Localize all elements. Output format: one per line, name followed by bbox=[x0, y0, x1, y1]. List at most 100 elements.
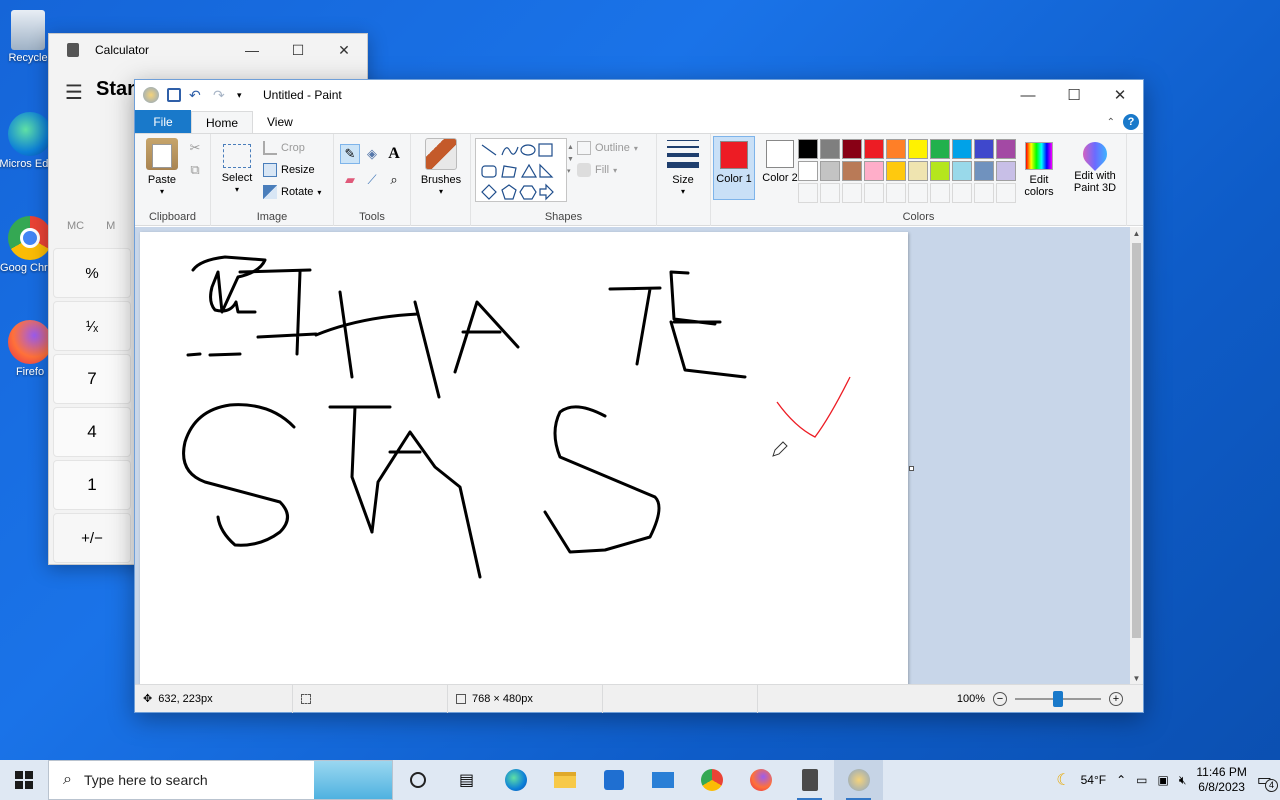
palette-custom-swatch[interactable] bbox=[930, 183, 950, 203]
taskbar-edge[interactable] bbox=[491, 760, 540, 800]
paint-minimize-button[interactable]: — bbox=[1005, 80, 1051, 110]
zoom-out-button[interactable]: − bbox=[993, 692, 1007, 706]
taskbar-paint[interactable] bbox=[834, 760, 883, 800]
palette-swatch[interactable] bbox=[930, 161, 950, 181]
canvas-resize-handle[interactable] bbox=[909, 466, 914, 471]
shapes-scroll-arrows[interactable]: ▲ ▼ ▾ bbox=[567, 142, 574, 178]
save-icon[interactable] bbox=[167, 88, 181, 102]
pencil-icon[interactable]: ✎ bbox=[340, 144, 360, 164]
select-button[interactable]: Select ▾ bbox=[219, 144, 255, 196]
scroll-thumb[interactable] bbox=[1132, 243, 1141, 638]
palette-custom-swatch[interactable] bbox=[996, 183, 1016, 203]
palette-swatch[interactable] bbox=[820, 161, 840, 181]
percent-key[interactable]: % bbox=[53, 248, 131, 298]
paint-titlebar[interactable]: ↶ ↷ ▾ Untitled - Paint bbox=[135, 80, 1143, 110]
scroll-up-arrow[interactable]: ▲ bbox=[1130, 229, 1143, 238]
palette-swatch[interactable] bbox=[864, 139, 884, 159]
palette-custom-swatch[interactable] bbox=[820, 183, 840, 203]
weather-icon[interactable]: ☾ bbox=[1056, 770, 1070, 790]
zoom-slider[interactable] bbox=[1015, 691, 1101, 707]
palette-swatch[interactable] bbox=[842, 161, 862, 181]
taskbar-search-box[interactable]: ⌕ Type here to search bbox=[48, 760, 393, 800]
palette-swatch[interactable] bbox=[798, 139, 818, 159]
taskbar-file-explorer[interactable] bbox=[540, 760, 589, 800]
zoom-slider-knob[interactable] bbox=[1053, 691, 1063, 707]
cut-icon[interactable]: ✂ bbox=[185, 138, 205, 158]
palette-swatch[interactable] bbox=[908, 139, 928, 159]
taskbar-store[interactable] bbox=[589, 760, 638, 800]
show-hidden-icons-icon[interactable]: ⌃ bbox=[1116, 773, 1126, 787]
negate-key[interactable]: +/− bbox=[53, 513, 131, 563]
magnifier-icon[interactable]: ⌕ bbox=[384, 170, 404, 190]
text-tool-icon[interactable]: A bbox=[384, 144, 404, 164]
start-button[interactable] bbox=[0, 760, 48, 800]
palette-custom-swatch[interactable] bbox=[974, 183, 994, 203]
color-picker-icon[interactable]: ⟋ bbox=[362, 170, 382, 190]
taskbar-chrome[interactable] bbox=[687, 760, 736, 800]
palette-swatch[interactable] bbox=[908, 161, 928, 181]
size-button[interactable]: Size ▾ bbox=[665, 140, 701, 198]
taskbar-firefox[interactable] bbox=[736, 760, 785, 800]
vertical-scrollbar[interactable]: ▲ ▼ bbox=[1130, 227, 1143, 685]
widgets-button[interactable]: ▤ bbox=[442, 760, 491, 800]
fill-button[interactable]: Fill ▾ bbox=[577, 160, 617, 180]
palette-swatch[interactable] bbox=[886, 139, 906, 159]
eraser-icon[interactable]: ▰ bbox=[340, 170, 360, 190]
edit-colors-button[interactable]: Edit colors bbox=[1019, 138, 1059, 198]
tab-view[interactable]: View bbox=[253, 110, 307, 133]
taskbar-calculator[interactable] bbox=[785, 760, 834, 800]
scroll-down-arrow[interactable]: ▼ bbox=[1130, 674, 1143, 683]
calculator-maximize-button[interactable]: ☐ bbox=[275, 34, 321, 66]
color1-button[interactable]: Color 1 bbox=[713, 136, 755, 200]
taskbar-mail[interactable] bbox=[638, 760, 687, 800]
customize-quick-access-icon[interactable]: ▾ bbox=[237, 87, 253, 103]
color2-button[interactable]: Color 2 bbox=[759, 136, 801, 200]
hamburger-menu-icon[interactable]: ☰ bbox=[65, 80, 83, 105]
memory-recall-button[interactable]: M bbox=[106, 220, 115, 232]
palette-swatch[interactable] bbox=[930, 139, 950, 159]
paste-button[interactable]: Paste ▾ bbox=[143, 138, 181, 198]
palette-swatch[interactable] bbox=[798, 161, 818, 181]
palette-swatch[interactable] bbox=[974, 139, 994, 159]
palette-swatch[interactable] bbox=[952, 139, 972, 159]
help-icon[interactable]: ? bbox=[1123, 114, 1139, 130]
palette-swatch[interactable] bbox=[952, 161, 972, 181]
paint-close-button[interactable]: ✕ bbox=[1097, 80, 1143, 110]
drawing-canvas[interactable] bbox=[140, 232, 908, 685]
paint-window[interactable]: ↶ ↷ ▾ Untitled - Paint — ☐ ✕ File Home V… bbox=[134, 79, 1144, 713]
palette-swatch[interactable] bbox=[974, 161, 994, 181]
palette-custom-swatch[interactable] bbox=[908, 183, 928, 203]
task-view-button[interactable] bbox=[393, 760, 442, 800]
crop-button[interactable]: Crop bbox=[263, 138, 305, 158]
memory-clear-button[interactable]: MC bbox=[67, 220, 84, 232]
edit-with-paint3d-button[interactable]: Edit with Paint 3D bbox=[1067, 137, 1123, 194]
palette-swatch[interactable] bbox=[996, 161, 1016, 181]
palette-swatch[interactable] bbox=[996, 139, 1016, 159]
resize-button[interactable]: Resize bbox=[263, 160, 315, 180]
palette-swatch[interactable] bbox=[864, 161, 884, 181]
weather-temp[interactable]: 54°F bbox=[1081, 773, 1106, 787]
tab-home[interactable]: Home bbox=[191, 111, 254, 133]
outline-button[interactable]: Outline ▾ bbox=[577, 138, 638, 158]
collapse-ribbon-icon[interactable]: ⌃ bbox=[1107, 117, 1115, 128]
reciprocal-key[interactable]: ¹⁄ₓ bbox=[53, 301, 131, 351]
copy-icon[interactable]: ⧉ bbox=[185, 160, 205, 180]
paint-maximize-button[interactable]: ☐ bbox=[1051, 80, 1097, 110]
palette-swatch[interactable] bbox=[886, 161, 906, 181]
zoom-in-button[interactable]: + bbox=[1109, 692, 1123, 706]
calculator-minimize-button[interactable]: — bbox=[229, 34, 275, 66]
tab-file[interactable]: File bbox=[135, 110, 191, 133]
calculator-close-button[interactable]: ✕ bbox=[321, 34, 367, 66]
brushes-button[interactable]: Brushes ▾ bbox=[417, 138, 465, 198]
volume-muted-icon[interactable]: 🔇︎ bbox=[1179, 773, 1187, 788]
palette-custom-swatch[interactable] bbox=[952, 183, 972, 203]
palette-custom-swatch[interactable] bbox=[886, 183, 906, 203]
redo-icon[interactable]: ↷ bbox=[213, 87, 229, 103]
palette-swatch[interactable] bbox=[820, 139, 840, 159]
clock[interactable]: 11:46 PM 6/8/2023 bbox=[1196, 765, 1246, 795]
digit-4-key[interactable]: 4 bbox=[53, 407, 131, 457]
palette-custom-swatch[interactable] bbox=[864, 183, 884, 203]
rotate-button[interactable]: Rotate ▾ bbox=[263, 182, 321, 202]
palette-custom-swatch[interactable] bbox=[798, 183, 818, 203]
notification-center-icon[interactable]: ▭ 4 bbox=[1257, 770, 1278, 792]
